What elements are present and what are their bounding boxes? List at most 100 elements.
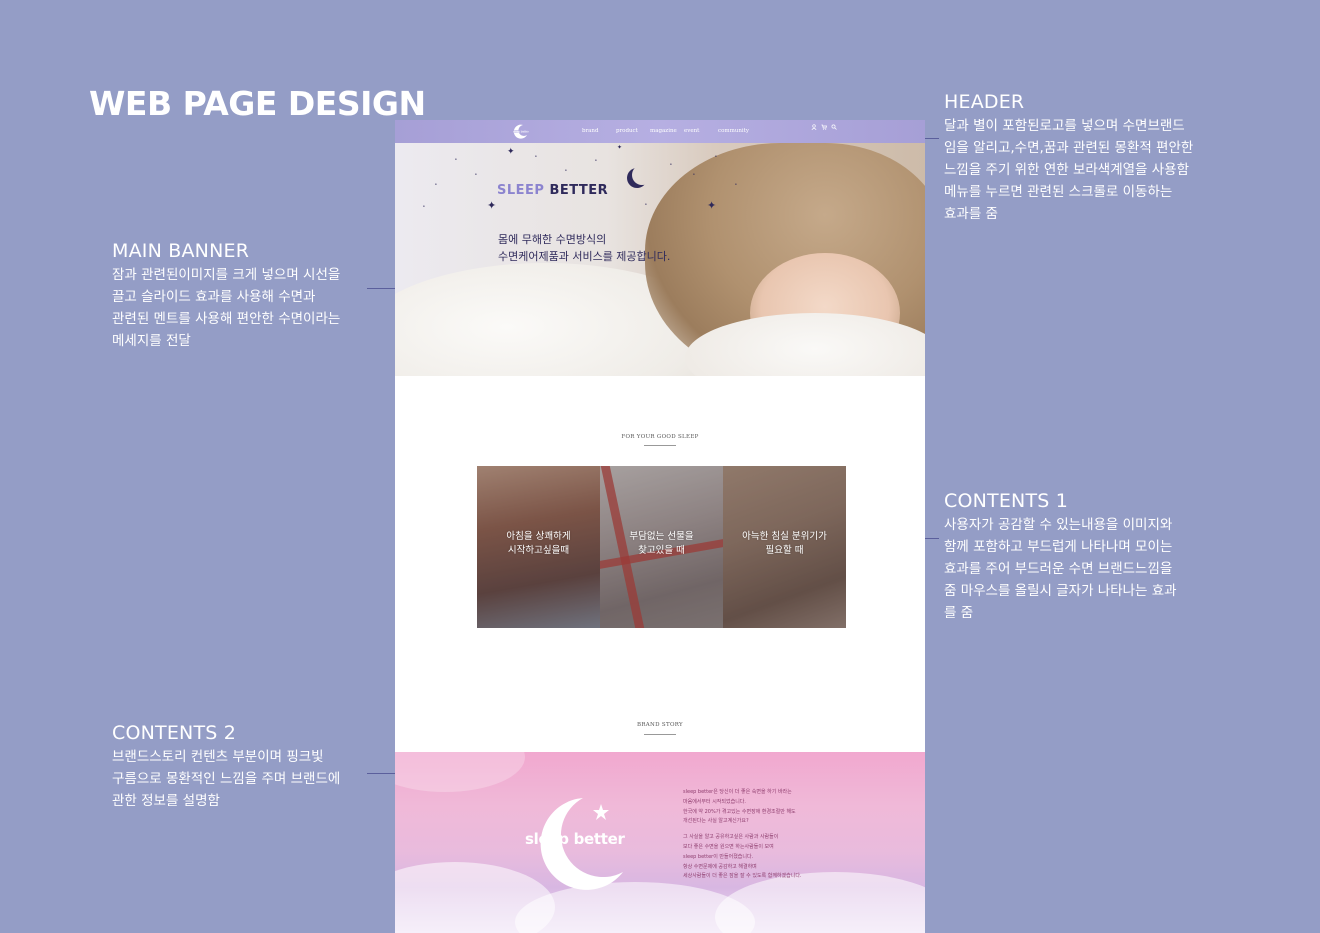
banner-copy-line: 수면케어제품과 서비스를 제공합니다. bbox=[498, 250, 671, 263]
card-caption-line: 시작하고싶을때 bbox=[507, 545, 570, 556]
moon-logo-icon[interactable]: sleep better bbox=[512, 123, 530, 139]
star-icon: ● bbox=[435, 182, 437, 186]
star-icon: ● bbox=[715, 154, 717, 158]
annotation-body: 잠과 관련된이미지를 크게 넣으며 시선을 끌고 슬라이드 효과를 사용해 수면… bbox=[112, 264, 382, 352]
star-icon: ● bbox=[475, 172, 477, 176]
story-line: 한국에 약 20%가 겪고있는 수면장애 환경조절만 해도 bbox=[683, 808, 796, 815]
annotation-line: 를 줌 bbox=[944, 605, 974, 621]
contents-cards: 아침을 상쾌하게 시작하고싶을때 부담없는 선물을 찾고있을 때 아늑한 침실 … bbox=[477, 466, 846, 628]
nav-item-product[interactable]: product bbox=[616, 128, 650, 134]
annotation-line: 끌고 슬라이드 효과를 사용해 수면과 bbox=[112, 289, 316, 305]
story-line: 마음에서부터 시작되었습니다. bbox=[683, 798, 746, 805]
banner-brand-better: BETTER bbox=[549, 183, 609, 198]
star-icon: ● bbox=[735, 182, 737, 186]
star-icon: ✦ bbox=[707, 200, 717, 212]
star-icon: ● bbox=[455, 157, 457, 161]
annotation-contents1: CONTENTS 1 사용자가 공감할 수 있는내용을 이미지와 함께 포함하고… bbox=[944, 490, 1214, 624]
annotation-line: 달과 별이 포함된로고를 넣으며 수면브랜드 bbox=[944, 118, 1185, 134]
user-icon[interactable] bbox=[811, 124, 817, 130]
story-paragraph: 그 사실을 알고 공유하고싶은 사람과 사람들이 보다 좋은 수면을 원으면 하… bbox=[683, 833, 863, 882]
annotation-body: 달과 별이 포함된로고를 넣으며 수면브랜드 임을 알리고,수면,꿈과 관련된 … bbox=[944, 115, 1214, 225]
card-caption: 아침을 상쾌하게 시작하고싶을때 bbox=[477, 530, 600, 558]
annotation-line: 메뉴를 누르면 관련된 스크롤로 이동하는 bbox=[944, 184, 1173, 200]
star-icon: ✦ bbox=[617, 145, 623, 151]
star-icon: ● bbox=[595, 158, 597, 162]
card-gift[interactable]: 부담없는 선물을 찾고있을 때 bbox=[600, 466, 723, 628]
annotation-line: 브랜드스토리 컨텐츠 부분이며 핑크빛 bbox=[112, 749, 324, 765]
annotation-title: MAIN BANNER bbox=[112, 240, 250, 262]
card-caption-line: 아늑한 침실 분위기가 bbox=[742, 531, 827, 542]
story-line: 그 사실을 알고 공유하고싶은 사람과 사람들이 bbox=[683, 834, 779, 841]
card-caption-line: 아침을 상쾌하게 bbox=[506, 531, 571, 542]
annotation-line: 관련된 멘트를 사용해 편안한 수면이라는 bbox=[112, 311, 341, 327]
search-icon[interactable] bbox=[831, 124, 837, 130]
star-icon: ● bbox=[535, 154, 537, 158]
story-line: 세상사람들이 더 좋은 잠을 잘 수 있도록 함께하겠습니다. bbox=[683, 873, 802, 880]
site-header: sleep better brand product magazine even… bbox=[395, 120, 925, 143]
section-divider bbox=[644, 445, 676, 446]
story-line: 항상 수면문제에 공감하고 해결하며 bbox=[683, 863, 757, 870]
star-icon: ● bbox=[645, 202, 647, 206]
nav-item-brand[interactable]: brand bbox=[582, 128, 616, 134]
annotation-line: 메세지를 전달 bbox=[112, 333, 191, 349]
annotation-title: HEADER bbox=[944, 91, 1025, 113]
banner-copy: 몸에 무해한 수면방식의 수면케어제품과 서비스를 제공합니다. bbox=[498, 231, 670, 265]
annotation-title: CONTENTS 1 bbox=[944, 490, 1069, 512]
card-caption: 아늑한 침실 분위기가 필요할 때 bbox=[723, 530, 846, 558]
annotation-line: 효과를 줌 bbox=[944, 206, 998, 222]
brand-logo-text: sleep better bbox=[525, 830, 625, 848]
annotation-line: 잠과 관련된이미지를 크게 넣으며 시선을 bbox=[112, 267, 341, 283]
annotation-header: HEADER 달과 별이 포함된로고를 넣으며 수면브랜드 임을 알리고,수면,… bbox=[944, 91, 1214, 225]
story-line: sleep better이 만들어졌습니다. bbox=[683, 853, 754, 860]
nav-item-magazine[interactable]: magazine bbox=[650, 128, 684, 134]
card-caption: 부담없는 선물을 찾고있을 때 bbox=[600, 530, 723, 558]
star-icon: ✦ bbox=[487, 200, 497, 212]
annotation-line: 함께 포함하고 부드럽게 나타나며 모이는 bbox=[944, 539, 1173, 555]
cloud-shape bbox=[395, 752, 525, 792]
svg-text:sleep better: sleep better bbox=[513, 130, 530, 134]
main-nav: brand product magazine event community bbox=[582, 128, 752, 134]
annotation-body: 사용자가 공감할 수 있는내용을 이미지와 함께 포함하고 부드럽게 나타나며 … bbox=[944, 514, 1214, 624]
nav-item-event[interactable]: event bbox=[684, 128, 718, 134]
card-morning[interactable]: 아침을 상쾌하게 시작하고싶을때 bbox=[477, 466, 600, 628]
section-divider bbox=[644, 734, 676, 735]
header-icons bbox=[811, 124, 837, 130]
card-caption-line: 필요할 때 bbox=[765, 545, 804, 556]
annotation-line: 구름으로 몽환적인 느낌을 주며 브랜드에 bbox=[112, 771, 341, 787]
banner-copy-line: 몸에 무해한 수면방식의 bbox=[498, 233, 607, 246]
star-icon: ● bbox=[693, 172, 695, 176]
star-icon: ● bbox=[423, 204, 425, 208]
annotation-line: 임을 알리고,수면,꿈과 관련된 몽환적 편안한 bbox=[944, 140, 1194, 156]
banner-brand: SLEEP BETTER bbox=[497, 183, 608, 198]
section-label-good-sleep: FOR YOUR GOOD SLEEP bbox=[621, 434, 699, 440]
annotation-main-banner: MAIN BANNER 잠과 관련된이미지를 크게 넣으며 시선을 끌고 슬라이… bbox=[112, 240, 382, 352]
card-caption-line: 찾고있을 때 bbox=[638, 545, 685, 556]
star-icon: ● bbox=[565, 168, 567, 172]
annotation-body: 브랜드스토리 컨텐츠 부분이며 핑크빛 구름으로 몽환적인 느낌을 주며 브랜드… bbox=[112, 746, 382, 812]
moon-icon bbox=[632, 165, 652, 185]
annotation-line: 줌 마우스를 올릴시 글자가 나타나는 효과 bbox=[944, 583, 1177, 599]
web-page-mockup: sleep better brand product magazine even… bbox=[395, 120, 925, 933]
annotation-line: 관한 정보를 설명함 bbox=[112, 793, 220, 809]
story-paragraph: sleep better은 당신이 더 좋은 숙면을 하기 바라는 마음에서부터… bbox=[683, 788, 863, 827]
cart-icon[interactable] bbox=[821, 124, 827, 130]
main-banner[interactable]: ✦ ✦ ✦ ✦ ● ● ● ● ● ● ● ● ● ● ● ● SLEEP BE… bbox=[395, 143, 925, 376]
story-line: 개선된다는 사실 알고계신가요? bbox=[683, 818, 749, 825]
card-caption-line: 부담없는 선물을 bbox=[629, 531, 694, 542]
annotation-contents2: CONTENTS 2 브랜드스토리 컨텐츠 부분이며 핑크빛 구름으로 몽환적인… bbox=[112, 722, 382, 812]
annotation-line: 사용자가 공감할 수 있는내용을 이미지와 bbox=[944, 517, 1173, 533]
brand-story-text: sleep better은 당신이 더 좋은 숙면을 하기 바라는 마음에서부터… bbox=[683, 788, 863, 888]
page-title: WEB PAGE DESIGN bbox=[89, 84, 426, 123]
star-icon: ● bbox=[670, 162, 672, 166]
annotation-title: CONTENTS 2 bbox=[112, 722, 237, 744]
section-label-brand-story: BRAND STORY bbox=[637, 722, 683, 728]
story-line: sleep better은 당신이 더 좋은 숙면을 하기 바라는 bbox=[683, 789, 792, 795]
annotation-line: 느낌을 주기 위한 연한 보라색계열을 사용함 bbox=[944, 162, 1190, 178]
star-icon: ✦ bbox=[507, 146, 515, 156]
banner-brand-sleep: SLEEP bbox=[497, 183, 545, 198]
brand-story-section: sleep better sleep better은 당신이 더 좋은 숙면을 … bbox=[395, 752, 925, 933]
annotation-line: 효과를 주어 부드러운 수면 브랜드느낌을 bbox=[944, 561, 1173, 577]
story-line: 보다 좋은 수면을 원으면 하는사람들이 모여 bbox=[683, 843, 774, 850]
nav-item-community[interactable]: community bbox=[718, 128, 752, 134]
card-bedroom[interactable]: 아늑한 침실 분위기가 필요할 때 bbox=[723, 466, 846, 628]
